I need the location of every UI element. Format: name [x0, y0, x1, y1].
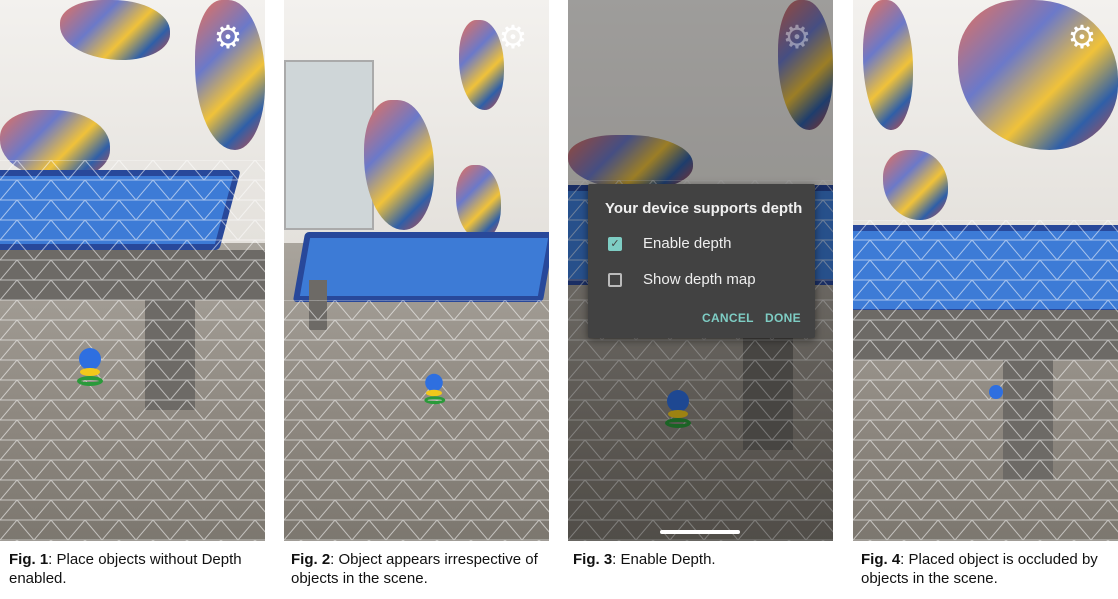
screenshot-panel-2: ⚙: [284, 0, 549, 541]
depth-dialog: Your device supports depth ✓ Enable dept…: [588, 184, 815, 338]
placed-object: [75, 348, 105, 386]
home-indicator[interactable]: [660, 530, 740, 534]
caption-fig-2: Fig. 2: Object appears irrespective of o…: [291, 551, 538, 587]
pool-table: [292, 232, 549, 302]
occluded-object: [988, 385, 1004, 399]
caption-fig-3: Fig. 3: Enable Depth.: [573, 551, 716, 568]
gear-icon[interactable]: ⚙: [213, 21, 243, 53]
gear-icon: ⚙: [782, 19, 812, 55]
option-label: Show depth map: [643, 271, 756, 288]
checkbox-unchecked-icon[interactable]: [608, 272, 622, 287]
table-leg: [1003, 350, 1053, 480]
placed-object: [424, 373, 446, 405]
dialog-title: Your device supports depth: [605, 200, 803, 217]
screenshot-panel-3: ⚙ Your device supports depth ✓ Enable de…: [568, 0, 833, 541]
table-side: [853, 310, 1118, 360]
caption-fig-1: Fig. 1: Place objects without Depth enab…: [9, 551, 242, 587]
table-leg: [309, 280, 327, 330]
table-leg: [145, 295, 195, 410]
option-label: Enable depth: [643, 235, 732, 252]
done-button[interactable]: DONE: [765, 311, 801, 325]
enable-depth-checkbox[interactable]: ✓ Enable depth: [608, 235, 731, 252]
gear-icon[interactable]: ⚙: [1067, 21, 1097, 53]
checkbox-checked-icon[interactable]: ✓: [608, 236, 622, 251]
gear-icon[interactable]: ⚙: [498, 21, 528, 53]
table-side: [0, 250, 265, 300]
screenshot-panel-4: ⚙: [853, 0, 1118, 541]
glass-door: [284, 60, 374, 230]
screenshot-panel-1: ⚙: [0, 0, 265, 541]
cancel-button[interactable]: CANCEL: [702, 311, 754, 325]
show-depth-map-checkbox[interactable]: Show depth map: [608, 271, 756, 288]
caption-fig-4: Fig. 4: Placed object is occluded by obj…: [861, 551, 1098, 587]
pool-table: [853, 225, 1118, 315]
pool-table: [0, 170, 241, 250]
